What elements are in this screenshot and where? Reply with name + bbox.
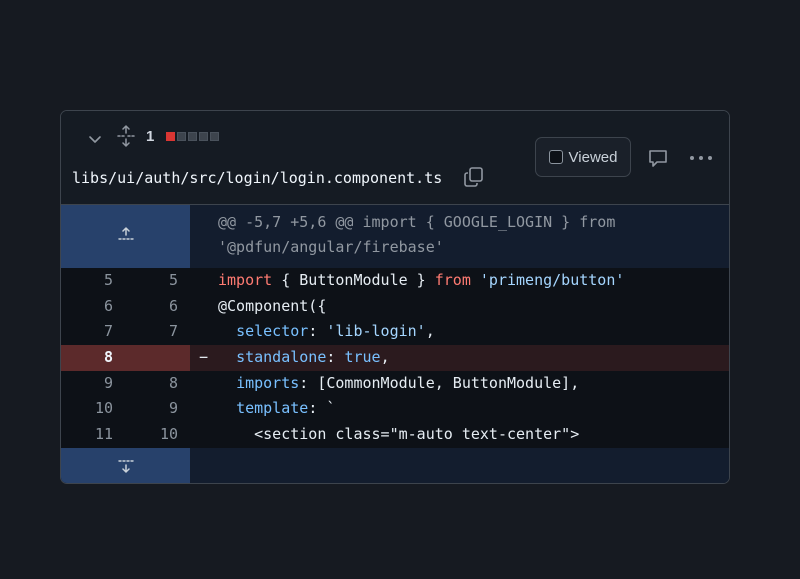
old-line-number[interactable]: 5 [61,268,113,294]
code-token: from [434,271,471,289]
code-token: imports [236,373,300,392]
diffstat-block-neutral [199,132,208,141]
diffstat-block-neutral [188,132,197,141]
viewed-toggle-button[interactable]: Viewed [535,137,631,177]
new-line-number[interactable]: 7 [127,319,178,345]
hunk-expand-gutter[interactable] [61,205,190,268]
new-line-number[interactable]: 6 [127,294,178,320]
hunk-expand-gutter-bottom[interactable] [61,448,190,483]
diff-line: 11 10 <section class="m-auto text-center"… [61,422,729,448]
diff-line: 5 5 import { ButtonModule } from 'primeng/… [61,268,729,294]
old-line-number[interactable]: 11 [61,422,113,448]
old-line-number[interactable]: 6 [61,294,113,320]
diff-file-card: 1 libs/ui/auth/src/login/login.component… [60,110,730,484]
diff-line-deleted: 8 − standalone: true, [61,345,729,371]
kebab-horizontal-icon[interactable] [689,154,713,162]
expand-up-icon[interactable] [117,225,135,243]
code-content: <section class="m-auto text-center"> [218,422,579,448]
code-content: imports: [CommonModule, ButtonModule], [218,371,579,397]
copy-icon[interactable] [463,166,485,188]
code-token: 'primeng/button' [479,271,625,289]
code-token: , [380,348,390,367]
old-line-number[interactable]: 10 [61,396,113,422]
code-token: import [218,271,273,289]
viewed-checkbox[interactable] [548,150,563,164]
code-content: import { ButtonModule } from 'primeng/bu… [218,268,624,294]
comment-icon[interactable] [647,147,669,169]
diff-line: 77 selector: 'lib-login', [61,319,729,345]
new-line-number[interactable]: 9 [127,396,178,422]
code-token: template [236,399,309,418]
viewed-label: Viewed [568,148,618,166]
code-content: selector: 'lib-login', [218,319,435,345]
changes-count: 1 [146,128,155,145]
code-token: : [CommonModule, ButtonModule], [299,373,580,392]
diff-marker: − [199,348,209,367]
chevron-down-icon[interactable] [87,131,103,147]
code-token: 'lib-login' [326,322,426,341]
code-token: { ButtonModule } [272,271,435,289]
diff-line: 10 9 template: ` [61,396,729,422]
code-content: @Component({ [218,294,326,320]
diffstat-block-neutral [210,132,219,141]
file-header: 1 libs/ui/auth/src/login/login.component… [61,111,729,205]
file-path-link[interactable]: libs/ui/auth/src/login/login.component.t… [72,169,442,187]
unfold-icon[interactable] [117,125,135,147]
code-token: @Component({ [218,296,327,315]
diff-line: 6 6 @Component({ [61,294,729,320]
diffstat-block-neutral [177,132,186,141]
old-line-number[interactable]: 7 [61,319,113,345]
hunk-header: @@ -5,7 +5,6 @@ import { GOOGLE_LOGIN } … [61,205,729,268]
old-line-number[interactable]: 8 [61,345,113,371]
code-token: true [344,348,381,367]
code-token: <section class="m-auto text-center"> [218,425,580,444]
code-token: , [425,322,435,341]
old-line-number[interactable]: 9 [61,371,113,397]
hunk-header-line: @@ -5,7 +5,6 @@ import { GOOGLE_LOGIN } … [218,213,616,231]
code-token: : ` [308,399,336,418]
code-content: template: ` [218,396,335,422]
diff-lines: 5 5 import { ButtonModule } from 'primeng/… [61,268,729,448]
code-content: standalone: true, [218,345,390,371]
code-token: selector [236,322,309,341]
code-token: : [308,322,327,341]
hunk-header-text: @@ -5,7 +5,6 @@ import { GOOGLE_LOGIN } … [218,210,698,260]
diffstat-block-deleted [166,132,175,141]
new-line-number[interactable]: 8 [127,371,178,397]
new-line-number[interactable]: 5 [127,268,178,294]
diff-line: 98 imports: [CommonModule, ButtonModule]… [61,371,729,397]
code-token: standalone [236,348,327,367]
new-line-number[interactable]: 10 [127,422,178,448]
hunk-header-line: '@pdfun/angular/firebase' [218,238,444,256]
expand-down-icon[interactable] [117,457,135,475]
code-token: : [326,348,345,367]
diffstat [166,132,219,141]
hunk-footer [61,448,729,483]
